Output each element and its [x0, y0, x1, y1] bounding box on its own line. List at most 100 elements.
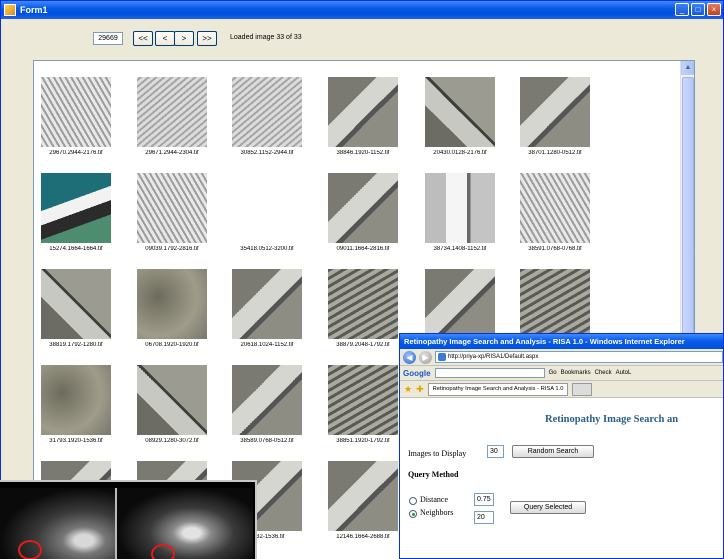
aerial-thumbnail[interactable]	[137, 269, 207, 339]
gallery-tile[interactable]: 29671.2944-2304.tif	[135, 77, 209, 156]
distance-radio[interactable]	[409, 497, 417, 505]
ie-address-bar: ◀ ▶ http://priya-xp/RISA1/Default.aspx	[400, 349, 723, 366]
aerial-thumbnail[interactable]	[520, 269, 590, 339]
gallery-tile[interactable]: 08929.1280-3072.tif	[135, 365, 209, 444]
first-image-button[interactable]: <<	[133, 31, 153, 46]
aerial-thumbnail[interactable]	[137, 77, 207, 147]
gallery-tile[interactable]: 38701.1280-0512.tif	[518, 77, 592, 156]
aerial-thumbnail[interactable]	[232, 173, 302, 243]
aerial-thumbnail[interactable]	[520, 77, 590, 147]
aerial-thumbnail[interactable]	[328, 269, 398, 339]
previous-image-button[interactable]: <	[155, 31, 175, 46]
tile-caption: 08929.1280-3072.tif	[145, 438, 199, 444]
aerial-thumbnail[interactable]	[137, 173, 207, 243]
page-icon	[438, 353, 446, 361]
neighbors-radio[interactable]	[409, 510, 417, 518]
ie-page-content: Retinopathy Image Search an Images to Di…	[400, 398, 723, 559]
aerial-thumbnail[interactable]	[328, 365, 398, 435]
gallery-tile[interactable]: 38589.0768-0512.tif	[230, 365, 304, 444]
tile-caption: 29670.2944-2176.tif	[49, 150, 103, 156]
query-selected-button[interactable]: Query Selected	[510, 501, 586, 514]
gallery-tile[interactable]: 38819.1792-1280.tif	[39, 269, 113, 348]
next-image-button[interactable]: >	[174, 31, 194, 46]
gallery-tile[interactable]	[518, 269, 592, 339]
maximize-button[interactable]: □	[691, 3, 705, 16]
tile-caption: 15274.1664-1664.tif	[49, 246, 103, 252]
tile-caption: 38819.1792-1280.tif	[49, 342, 103, 348]
aerial-thumbnail[interactable]	[425, 173, 495, 243]
gallery-tile[interactable]: 38879.2048-1792.tif	[326, 269, 400, 348]
autolink-button[interactable]: AutoL	[616, 370, 632, 376]
url-input[interactable]: http://priya-xp/RISA1/Default.aspx	[435, 351, 723, 363]
forward-icon[interactable]: ▶	[419, 350, 432, 364]
gallery-tile[interactable]	[423, 269, 497, 339]
aerial-thumbnail[interactable]	[425, 77, 495, 147]
gallery-tile[interactable]: 15274.1664-1664.tif	[39, 173, 113, 252]
url-text: http://priya-xp/RISA1/Default.aspx	[448, 354, 539, 360]
minimize-button[interactable]: _	[675, 3, 689, 16]
scroll-up-arrow-icon[interactable]: ▲	[681, 61, 694, 75]
gallery-tile[interactable]: 29670.2944-2176.tif	[39, 77, 113, 156]
gallery-tile[interactable]: 20618.1024-1152.tif	[230, 269, 304, 348]
tile-caption: 09011.1664-2816.tif	[336, 246, 390, 252]
add-favorite-icon[interactable]: ✚	[416, 384, 424, 395]
image-id-field[interactable]: 29669	[93, 32, 123, 45]
new-tab-button[interactable]	[572, 382, 593, 396]
neighbors-input[interactable]: 20	[474, 511, 494, 524]
load-status: Loaded image 33 of 33	[230, 34, 302, 41]
back-icon[interactable]: ◀	[403, 350, 416, 364]
distance-label: Distance	[420, 495, 448, 504]
tile-caption: 06708.1920-1920.tif	[145, 342, 199, 348]
tile-caption: 20430.0128-2176.tif	[433, 150, 487, 156]
aerial-thumbnail[interactable]	[232, 77, 302, 147]
aerial-thumbnail[interactable]	[232, 269, 302, 339]
check-button[interactable]: Check	[595, 370, 612, 376]
aerial-thumbnail[interactable]	[41, 365, 111, 435]
tile-caption: 20618.1024-1152.tif	[240, 342, 294, 348]
gallery-tile[interactable]: 06708.1920-1920.tif	[135, 269, 209, 348]
tile-caption: 38589.0768-0512.tif	[240, 438, 294, 444]
gallery-tile[interactable]: 20430.0128-2176.tif	[423, 77, 497, 156]
tab-risa[interactable]: Retinopathy Image Search and Analysis - …	[427, 382, 569, 396]
gallery-tile[interactable]: 09039.1792-2816.tif	[135, 173, 209, 252]
gallery-tile[interactable]: 12146.1664-2688.tif	[326, 461, 400, 540]
aerial-thumbnail[interactable]	[520, 173, 590, 243]
form1-titlebar[interactable]: Form1	[1, 1, 723, 19]
tile-caption: 38734.1408-1152.tif	[433, 246, 487, 252]
tile-caption: 38591.0768-0768.tif	[528, 246, 582, 252]
google-search-input[interactable]	[434, 368, 545, 378]
tile-caption: 38851.1920-1792.tif	[336, 438, 390, 444]
page-heading: Retinopathy Image Search an	[545, 414, 679, 425]
aerial-thumbnail[interactable]	[137, 365, 207, 435]
aerial-thumbnail[interactable]	[328, 77, 398, 147]
go-button[interactable]: Go	[549, 370, 557, 376]
gallery-tile[interactable]: 38734.1408-1152.tif	[423, 173, 497, 252]
gallery-tile[interactable]: 38846.1920-1152.tif	[326, 77, 400, 156]
tile-caption: 38879.2048-1792.tif	[336, 342, 390, 348]
images-to-display-input[interactable]: 30	[487, 445, 504, 458]
aerial-thumbnail[interactable]	[425, 269, 495, 339]
aerial-thumbnail[interactable]	[328, 173, 398, 243]
tile-caption: 09039.1792-2816.tif	[145, 246, 199, 252]
gallery-tile[interactable]: 09011.1664-2816.tif	[326, 173, 400, 252]
random-search-button[interactable]: Random Search	[512, 445, 594, 458]
gallery-tile[interactable]: 30852.1152-2944.tif	[230, 77, 304, 156]
aerial-thumbnail[interactable]	[328, 461, 398, 531]
distance-input[interactable]: 0.75	[474, 493, 494, 506]
aerial-thumbnail[interactable]	[41, 77, 111, 147]
gallery-tile[interactable]: 38591.0768-0768.tif	[518, 173, 592, 252]
gallery-tile[interactable]: 35418.0512-3200.tif	[230, 173, 304, 252]
aerial-thumbnail[interactable]	[232, 365, 302, 435]
ie-titlebar[interactable]: Retinopathy Image Search and Analysis - …	[400, 334, 723, 349]
aerial-thumbnail[interactable]	[41, 173, 111, 243]
close-button[interactable]: ×	[707, 3, 721, 16]
favorites-star-icon[interactable]: ★	[404, 384, 412, 395]
gallery-tile[interactable]: 38851.1920-1792.tif	[326, 365, 400, 444]
aerial-thumbnail[interactable]	[41, 269, 111, 339]
window-controls: _ □ ×	[675, 3, 721, 16]
gallery-tile[interactable]: 31793.1920-1536.tif	[39, 365, 113, 444]
tile-caption: 31793.1920-1536.tif	[49, 438, 103, 444]
tile-caption: 29671.2944-2304.tif	[145, 150, 199, 156]
last-image-button[interactable]: >>	[197, 31, 217, 46]
bookmarks-button[interactable]: Bookmarks	[561, 370, 591, 376]
